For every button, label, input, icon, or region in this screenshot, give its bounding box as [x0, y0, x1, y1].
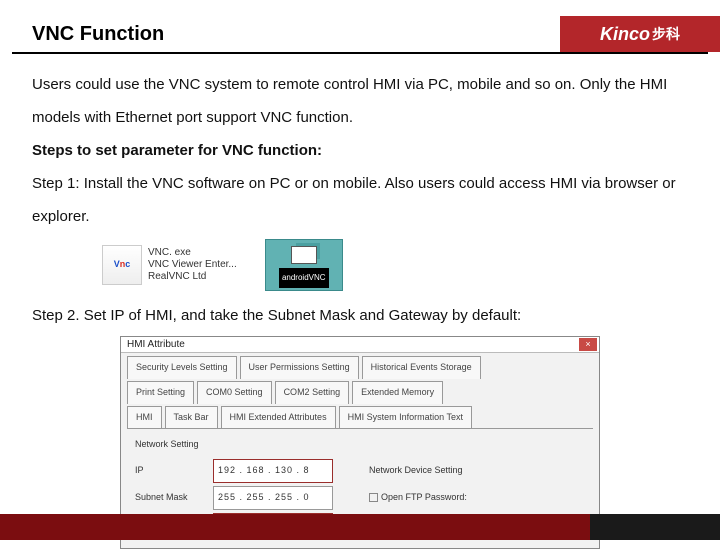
mask-input[interactable]: 255 . 255 . 255 . 0	[213, 486, 333, 510]
ftp-checkbox-wrap: Open FTP Password:	[369, 488, 467, 508]
step1-text: Step 1: Install the VNC software on PC o…	[32, 167, 688, 233]
window-titlebar: HMI Attribute ×	[121, 337, 599, 353]
ip-input[interactable]: 192 . 168 . 130 . 8	[213, 459, 333, 483]
tab-taskbar[interactable]: Task Bar	[165, 406, 218, 429]
ip-label: IP	[135, 461, 207, 481]
footer-dark	[590, 514, 720, 540]
window-title: HMI Attribute	[127, 339, 185, 350]
tab-com0[interactable]: COM0 Setting	[197, 381, 272, 404]
header-left: VNC Function	[0, 15, 560, 52]
page-title: VNC Function	[32, 23, 560, 46]
tab-row-2: Print Setting COM0 Setting COM2 Setting …	[121, 379, 599, 404]
monitor-icon	[291, 246, 317, 264]
tab-extended-memory[interactable]: Extended Memory	[352, 381, 443, 404]
tab-hmi-extended[interactable]: HMI Extended Attributes	[221, 406, 336, 429]
ftp-label: Open FTP Password:	[381, 492, 467, 502]
tab-historical-events[interactable]: Historical Events Storage	[362, 356, 481, 379]
tab-print[interactable]: Print Setting	[127, 381, 194, 404]
tab-row-1: Security Levels Setting User Permissions…	[121, 353, 599, 379]
network-device-link[interactable]: Network Device Setting	[369, 461, 463, 481]
network-setting-label: Network Setting	[135, 435, 585, 455]
close-button[interactable]: ×	[579, 338, 597, 351]
vnc-exe-caption: VNC. exe VNC Viewer Enter... RealVNC Ltd	[148, 247, 237, 283]
vnc-exe-icon: Vnc	[102, 245, 142, 285]
brand-cn: 步科	[652, 24, 680, 44]
ftp-checkbox[interactable]	[369, 493, 378, 502]
tab-user-permissions[interactable]: User Permissions Setting	[240, 356, 359, 379]
mask-row: Subnet Mask 255 . 255 . 255 . 0 Open FTP…	[135, 486, 585, 510]
header: VNC Function Kinco步科	[0, 0, 720, 52]
icons-row: Vnc VNC. exe VNC Viewer Enter... RealVNC…	[102, 239, 688, 291]
step2-text: Step 2. Set IP of HMI, and take the Subn…	[32, 299, 688, 332]
vnc-exe-line2: VNC Viewer Enter...	[148, 259, 237, 271]
tab-com2[interactable]: COM2 Setting	[275, 381, 350, 404]
tab-hmi[interactable]: HMI	[127, 406, 162, 429]
steps-heading: Steps to set parameter for VNC function:	[32, 134, 688, 167]
content: Users could use the VNC system to remote…	[0, 54, 720, 549]
tab-security[interactable]: Security Levels Setting	[127, 356, 237, 379]
tab-hmi-sysinfo[interactable]: HMI System Information Text	[339, 406, 472, 429]
footer-bar	[0, 514, 720, 540]
vnc-exe-line3: RealVNC Ltd	[148, 271, 237, 283]
brand-badge: Kinco步科	[560, 16, 720, 52]
mask-label: Subnet Mask	[135, 488, 207, 508]
vnc-exe-line1: VNC. exe	[148, 247, 237, 259]
vnc-exe-item: Vnc VNC. exe VNC Viewer Enter... RealVNC…	[102, 245, 237, 285]
footer-red	[0, 514, 590, 540]
brand-text: Kinco	[600, 24, 650, 45]
ip-row: IP 192 . 168 . 130 . 8 Network Device Se…	[135, 459, 585, 483]
intro-text: Users could use the VNC system to remote…	[32, 68, 688, 134]
android-vnc-icon: androidVNC	[265, 239, 343, 291]
android-vnc-label: androidVNC	[279, 268, 329, 288]
tab-row-3: HMI Task Bar HMI Extended Attributes HMI…	[121, 404, 599, 429]
